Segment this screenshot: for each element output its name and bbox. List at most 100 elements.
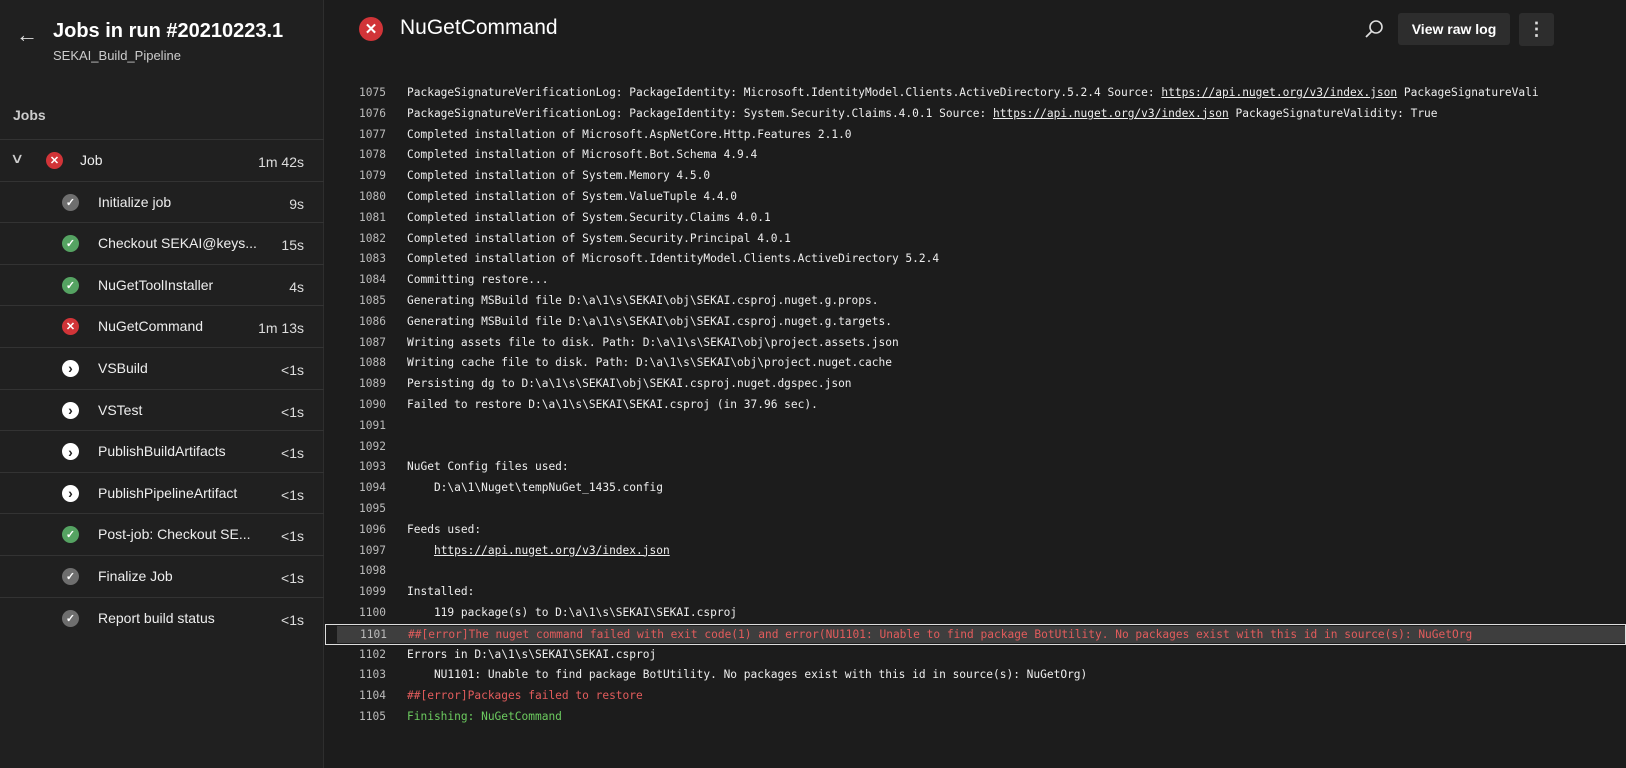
log-text: Completed installation of System.Memory … — [407, 166, 710, 187]
step-row[interactable]: ✕ NuGetCommand 1m 13s — [0, 305, 324, 347]
failed-icon: ✕ — [359, 17, 383, 41]
check-icon: ✓ — [62, 526, 79, 544]
log-text: NU1101: Unable to find package BotUtilit… — [407, 665, 1087, 686]
log-text: ##[error]The nuget command failed with e… — [408, 625, 1472, 644]
log-link[interactable]: https://api.nuget.org/v3/index.json — [993, 107, 1229, 120]
log-line: 1081 Completed installation of System.Sec… — [325, 208, 1626, 229]
sidebar: ← Jobs in run #20210223.1 SEKAI_Build_Pi… — [0, 0, 324, 768]
log-text-segment: Finishing: NuGetCommand — [407, 709, 562, 723]
step-label: Post-job: Checkout SE... — [98, 526, 251, 543]
step-row[interactable]: › VSBuild <1s — [0, 346, 324, 389]
step-label: PublishPipelineArtifact — [98, 484, 238, 501]
log-line: 1100 119 package(s) to D:\a\1\s\SEKAI\SE… — [325, 603, 1626, 624]
log-line: 1092 — [325, 437, 1626, 458]
log-text-segment: Writing cache file to disk. Path: D:\a\1… — [407, 356, 892, 370]
step-row[interactable]: ✓ Post-job: Checkout SE... <1s — [0, 513, 324, 555]
chevron-down-icon[interactable]: ∨ — [10, 150, 24, 167]
line-number: 1096 — [359, 522, 386, 536]
failed-icon: ✕ — [62, 318, 79, 336]
log-text-segment: Completed installation of Microsoft.Iden… — [407, 252, 940, 266]
view-raw-log-button[interactable]: View raw log — [1398, 13, 1510, 45]
log-line: 1077 Completed installation of Microsoft.… — [325, 125, 1626, 146]
line-number: 1086 — [359, 314, 386, 328]
log-line: 1075 PackageSignatureVerificationLog: Pac… — [325, 83, 1626, 104]
log-line: 1093 NuGet Config files used: — [325, 457, 1626, 478]
job-label: Job — [80, 152, 103, 168]
line-number: 1089 — [359, 377, 386, 391]
log-line: 1088 Writing cache file to disk. Path: D:… — [325, 353, 1626, 374]
log-output: 1075 PackageSignatureVerificationLog: Pac… — [325, 83, 1626, 728]
log-text-segment: Completed installation of System.Memory … — [407, 169, 711, 183]
log-line: 1102 Errors in D:\a\1\s\SEKAI\SEKAI.cspro… — [325, 645, 1626, 666]
skipped-icon: › — [62, 401, 79, 419]
step-duration: <1s — [281, 611, 304, 628]
log-line: 1090 Failed to restore D:\a\1\s\SEKAI\SEK… — [325, 395, 1626, 416]
step-label: PublishBuildArtifacts — [98, 443, 226, 460]
step-duration: <1s — [281, 361, 304, 378]
log-text-segment: Installed: — [407, 585, 475, 599]
log-text: Completed installation of Microsoft.AspN… — [407, 125, 852, 146]
log-text-segment: PackageSignatureVali — [1397, 86, 1539, 99]
line-number: 1083 — [359, 252, 386, 266]
log-text: Feeds used: — [407, 520, 481, 541]
check-icon: ✓ — [62, 567, 79, 585]
step-row[interactable]: ✓ Finalize Job <1s — [0, 554, 324, 597]
line-number: 1076 — [359, 106, 386, 120]
log-text: NuGet Config files used: — [407, 457, 569, 478]
line-number: 1101 — [360, 627, 387, 641]
line-number: 1081 — [359, 210, 386, 224]
step-row[interactable]: ✓ Initialize job 9s — [0, 180, 324, 223]
line-number: 1085 — [359, 293, 386, 307]
log-text-segment: Completed installation of Microsoft.AspN… — [407, 127, 852, 141]
log-text-segment: PackageSignatureVerificationLog: Package… — [407, 106, 993, 120]
log-text-segment: Committing restore... — [407, 273, 549, 287]
log-line: 1080 Completed installation of System.Val… — [325, 187, 1626, 208]
line-number: 1082 — [359, 231, 386, 245]
log-text: Completed installation of System.ValueTu… — [407, 187, 737, 208]
back-arrow-icon[interactable]: ← — [16, 22, 38, 48]
skipped-icon: › — [62, 359, 79, 377]
step-title: NuGetCommand — [400, 16, 558, 39]
jobs-section-label: Jobs — [13, 107, 46, 123]
step-duration: 9s — [289, 195, 304, 212]
step-row[interactable]: ✓ Checkout SEKAI@keys... 15s — [0, 222, 324, 264]
line-number: 1099 — [359, 585, 386, 599]
log-text: Finishing: NuGetCommand — [407, 707, 562, 728]
log-line: 1082 Completed installation of System.Sec… — [325, 229, 1626, 250]
more-options-button[interactable]: ⋮ — [1519, 13, 1554, 46]
step-row[interactable]: › VSTest <1s — [0, 388, 324, 431]
step-row[interactable]: › PublishPipelineArtifact <1s — [0, 471, 324, 514]
job-row[interactable]: ∨ ✕ Job 1m 42s — [0, 139, 324, 181]
pipeline-name: SEKAI_Build_Pipeline — [53, 48, 181, 63]
log-text: Installed: — [407, 582, 474, 603]
log-text-segment: Completed installation of System.Securit… — [407, 210, 771, 224]
log-text: Completed installation of System.Securit… — [407, 229, 791, 250]
log-text: Generating MSBuild file D:\a\1\s\SEKAI\o… — [407, 312, 892, 333]
step-row[interactable]: › PublishBuildArtifacts <1s — [0, 430, 324, 472]
skipped-icon: › — [62, 484, 79, 502]
step-row[interactable]: ✓ Report build status <1s — [0, 596, 324, 639]
step-row[interactable]: ✓ NuGetToolInstaller 4s — [0, 263, 324, 306]
log-link[interactable]: https://api.nuget.org/v3/index.json — [1161, 86, 1397, 99]
search-icon[interactable] — [1363, 18, 1385, 40]
skipped-icon: › — [62, 443, 79, 461]
log-text-segment: D:\a\1\Nuget\tempNuGet_1435.config — [407, 481, 663, 495]
log-text-segment: Persisting dg to D:\a\1\s\SEKAI\obj\SEKA… — [407, 377, 852, 391]
step-duration: 1m 13s — [258, 320, 304, 337]
log-line: 1091 — [325, 416, 1626, 437]
log-text: Persisting dg to D:\a\1\s\SEKAI\obj\SEKA… — [407, 374, 852, 395]
log-text-segment: Errors in D:\a\1\s\SEKAI\SEKAI.csproj — [407, 647, 657, 661]
log-line: 1094 D:\a\1\Nuget\tempNuGet_1435.config — [325, 478, 1626, 499]
log-line: 1085 Generating MSBuild file D:\a\1\s\SEK… — [325, 291, 1626, 312]
log-text: 119 package(s) to D:\a\1\s\SEKAI\SEKAI.c… — [407, 603, 737, 624]
log-line: 1084 Committing restore... — [325, 270, 1626, 291]
log-text-segment: Failed to restore D:\a\1\s\SEKAI\SEKAI.c… — [407, 397, 818, 411]
step-duration: <1s — [281, 569, 304, 586]
log-text-segment: PackageSignatureValidity: True — [1228, 106, 1438, 120]
step-label: Initialize job — [98, 193, 172, 210]
log-text-segment: Writing assets file to disk. Path: D:\a\… — [407, 335, 899, 349]
line-number: 1084 — [359, 273, 386, 287]
log-line: 1079 Completed installation of System.Mem… — [325, 166, 1626, 187]
log-link[interactable]: https://api.nuget.org/v3/index.json — [434, 544, 670, 557]
log-text: PackageSignatureVerificationLog: Package… — [407, 104, 1438, 125]
